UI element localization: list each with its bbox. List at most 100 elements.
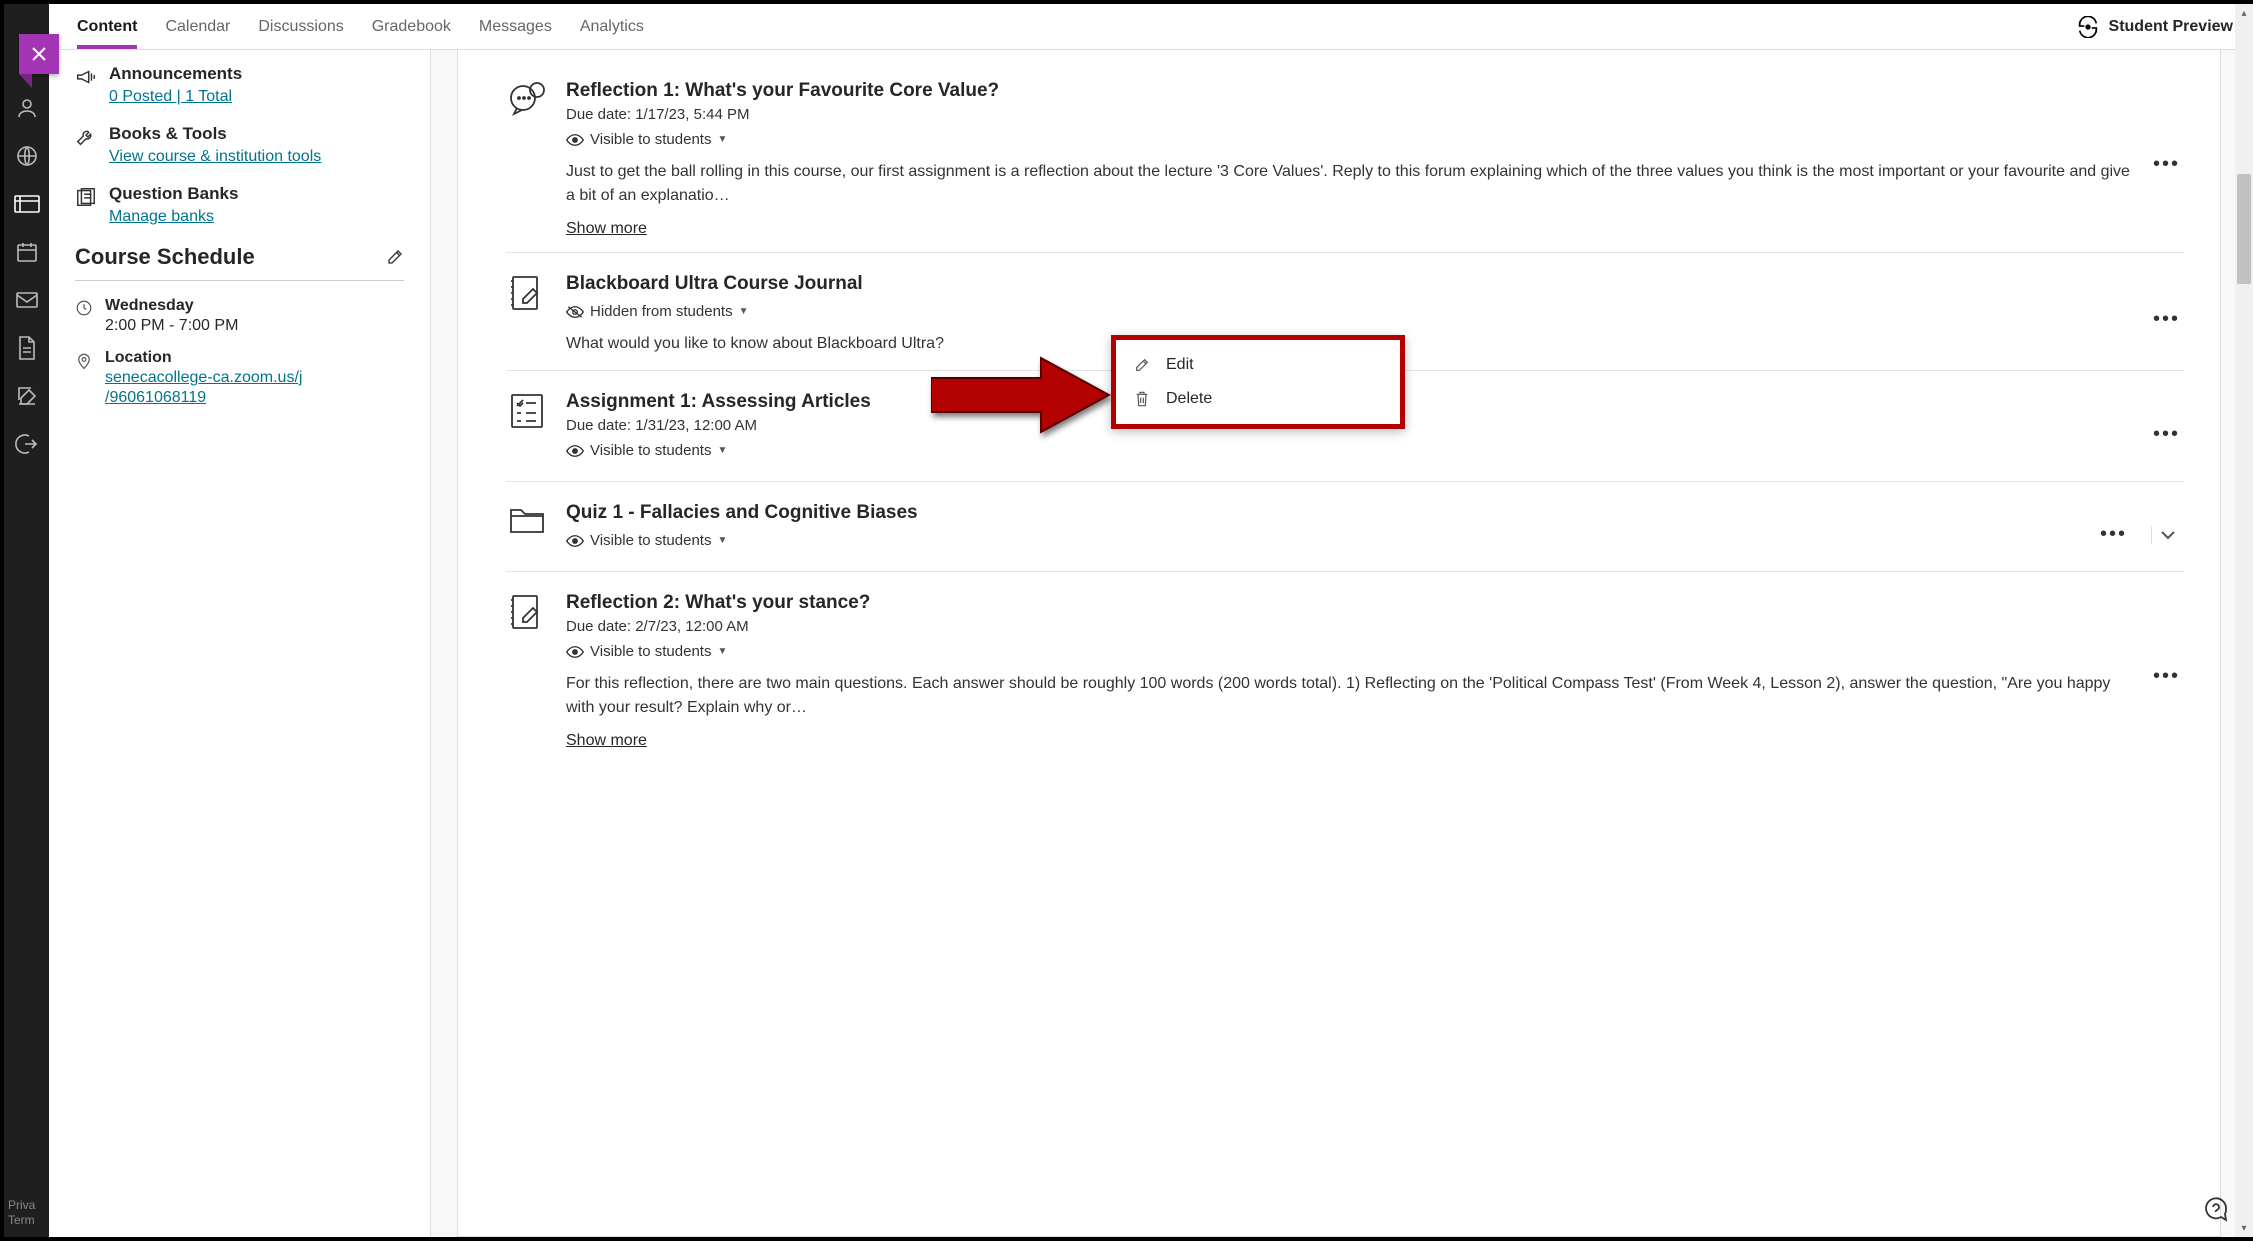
edit-schedule-icon[interactable]: [386, 248, 404, 266]
books-link[interactable]: View course & institution tools: [109, 148, 321, 166]
item-more-button[interactable]: •••: [2096, 519, 2131, 550]
scroll-up-icon[interactable]: ▴: [2235, 4, 2253, 22]
item-more-button[interactable]: •••: [2149, 149, 2184, 180]
qbanks-link[interactable]: Manage banks: [109, 208, 238, 226]
chevron-down-icon: ▼: [739, 306, 749, 317]
schedule-day: Wednesday: [105, 297, 238, 315]
tab-content[interactable]: Content: [77, 6, 137, 48]
eye-icon: [566, 645, 584, 659]
visibility-label: Hidden from students: [590, 303, 733, 320]
item-description: For this reflection, there are two main …: [566, 672, 2131, 720]
eye-icon: [566, 534, 584, 548]
megaphone-icon: [75, 66, 97, 88]
item-more-button[interactable]: •••: [2149, 661, 2184, 692]
item-title[interactable]: Blackboard Ultra Course Journal: [566, 273, 2131, 295]
schedule-header: Course Schedule: [75, 244, 404, 281]
content-item: Quiz 1 - Fallacies and Cognitive Biases …: [506, 482, 2184, 572]
mail-rail-icon[interactable]: [13, 286, 41, 314]
preview-icon: [2077, 16, 2099, 38]
item-due: Due date: 1/17/23, 5:44 PM: [566, 106, 2131, 123]
tab-gradebook[interactable]: Gradebook: [372, 6, 451, 48]
announcements-title: Announcements: [109, 64, 242, 84]
discussion-icon: [506, 80, 548, 122]
schedule-title: Course Schedule: [75, 244, 255, 270]
compose-rail-icon[interactable]: [13, 382, 41, 410]
location-link-2[interactable]: /96061068119: [105, 389, 302, 407]
visibility-toggle[interactable]: Hidden from students ▼: [566, 303, 2131, 320]
item-more-button[interactable]: •••: [2149, 304, 2184, 335]
chevron-down-icon: ▼: [717, 134, 727, 145]
visibility-toggle[interactable]: Visible to students ▼: [566, 643, 2131, 660]
eye-icon: [566, 133, 584, 147]
annotation-arrow: [931, 350, 1111, 440]
ctx-delete-label: Delete: [1166, 390, 1212, 408]
close-panel-button[interactable]: [19, 34, 59, 74]
calendar-rail-icon[interactable]: [13, 238, 41, 266]
trash-icon: [1134, 390, 1152, 408]
location-label: Location: [105, 349, 302, 367]
clock-icon: [75, 299, 93, 317]
expand-folder-button[interactable]: [2151, 526, 2184, 544]
course-tabs: Content Calendar Discussions Gradebook M…: [77, 6, 644, 48]
rail-footer: Priva Term: [8, 1198, 35, 1229]
wrench-icon: [75, 126, 97, 148]
eye-off-icon: [566, 304, 584, 320]
schedule-time: 2:00 PM - 7:00 PM: [105, 317, 238, 335]
tab-analytics[interactable]: Analytics: [580, 6, 644, 48]
profile-icon[interactable]: [13, 94, 41, 122]
assignment-icon: [506, 391, 548, 433]
app-root: Priva Term Content Calendar Discussions …: [4, 4, 2247, 1237]
globe-icon[interactable]: [13, 142, 41, 170]
ctx-edit-label: Edit: [1166, 356, 1194, 374]
scroll-down-icon[interactable]: ▾: [2235, 1219, 2253, 1237]
item-due: Due date: 2/7/23, 12:00 AM: [566, 618, 2131, 635]
item-context-menu: Edit Delete: [1111, 335, 1405, 429]
books-title: Books & Tools: [109, 124, 321, 144]
eye-icon: [566, 444, 584, 458]
announcements-link[interactable]: 0 Posted | 1 Total: [109, 88, 242, 106]
window-scrollbar[interactable]: ▴ ▾: [2235, 4, 2253, 1237]
tab-calendar[interactable]: Calendar: [165, 6, 230, 48]
item-description: Just to get the ball rolling in this cou…: [566, 160, 2131, 208]
tab-discussions[interactable]: Discussions: [258, 6, 343, 48]
details-sidepanel: Announcements 0 Posted | 1 Total Books &…: [49, 50, 431, 1237]
footer-privacy[interactable]: Priva: [8, 1198, 35, 1214]
ctx-edit[interactable]: Edit: [1116, 348, 1400, 382]
chevron-down-icon: ▼: [717, 445, 727, 456]
journal-icon: [506, 592, 548, 634]
content-item: Reflection 1: What's your Favourite Core…: [506, 50, 2184, 253]
chevron-down-icon: ▼: [717, 646, 727, 657]
courses-icon[interactable]: [13, 190, 41, 218]
folder-icon: [506, 502, 548, 544]
document-rail-icon[interactable]: [13, 334, 41, 362]
show-more-link[interactable]: Show more: [566, 732, 647, 750]
signout-rail-icon[interactable]: [13, 430, 41, 458]
content-pane: Reflection 1: What's your Favourite Core…: [431, 50, 2247, 1237]
visibility-toggle[interactable]: Visible to students ▼: [566, 532, 2078, 549]
visibility-toggle[interactable]: Visible to students ▼: [566, 131, 2131, 148]
item-title[interactable]: Reflection 2: What's your stance?: [566, 592, 2131, 614]
footer-terms[interactable]: Term: [8, 1213, 35, 1229]
content-item: Reflection 2: What's your stance? Due da…: [506, 572, 2184, 764]
course-topbar: Content Calendar Discussions Gradebook M…: [49, 4, 2247, 50]
chevron-down-icon: ▼: [717, 535, 727, 546]
visibility-label: Visible to students: [590, 643, 711, 660]
item-title[interactable]: Quiz 1 - Fallacies and Cognitive Biases: [566, 502, 2078, 524]
item-title[interactable]: Reflection 1: What's your Favourite Core…: [566, 80, 2131, 102]
pencil-icon: [1134, 357, 1152, 373]
visibility-label: Visible to students: [590, 442, 711, 459]
visibility-label: Visible to students: [590, 131, 711, 148]
ctx-delete[interactable]: Delete: [1116, 382, 1400, 416]
item-more-button[interactable]: •••: [2149, 419, 2184, 450]
location-link-1[interactable]: senecacollege-ca.zoom.us/j: [105, 369, 302, 387]
tab-messages[interactable]: Messages: [479, 6, 552, 48]
location-icon: [75, 351, 93, 371]
visibility-toggle[interactable]: Visible to students ▼: [566, 442, 2131, 459]
student-preview-button[interactable]: Student Preview: [2077, 16, 2233, 38]
journal-icon: [506, 273, 548, 315]
main-area: Announcements 0 Posted | 1 Total Books &…: [49, 50, 2247, 1237]
bank-icon: [75, 186, 97, 208]
help-button[interactable]: [2201, 1195, 2231, 1225]
scroll-thumb[interactable]: [2237, 174, 2251, 284]
show-more-link[interactable]: Show more: [566, 220, 647, 238]
